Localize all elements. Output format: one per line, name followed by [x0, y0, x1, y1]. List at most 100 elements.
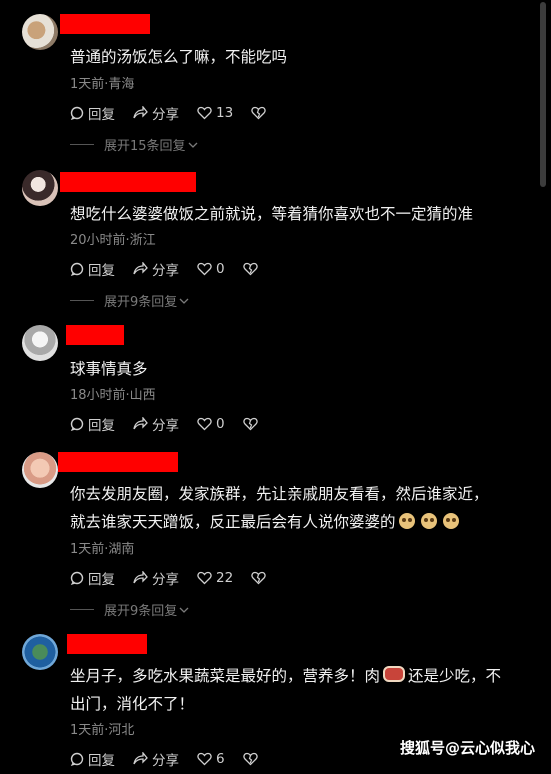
expand-replies-label: 展开15条回复	[104, 139, 186, 154]
dislike-button[interactable]	[242, 752, 258, 766]
username-redacted[interactable]	[66, 325, 124, 345]
broken-heart-icon	[251, 571, 266, 585]
dislike-button[interactable]	[251, 106, 266, 120]
expand-replies[interactable]: 展开9条回复	[70, 291, 189, 310]
share-icon	[133, 417, 148, 430]
comment-text-line1a: 坐月子，多吃水果蔬菜是最好的，营养多！肉	[70, 667, 381, 685]
dislike-button[interactable]	[242, 417, 258, 431]
watermark: 搜狐号@云心似我心	[399, 739, 535, 757]
like-button[interactable]: 0	[197, 261, 225, 277]
smile-emoji-icon	[420, 513, 437, 529]
reply-label: 回复	[88, 107, 115, 123]
avatar[interactable]	[22, 325, 58, 361]
avatar[interactable]	[22, 452, 58, 488]
like-button[interactable]: 6	[197, 751, 225, 767]
comment-bubble-icon	[70, 752, 84, 766]
reply-label: 回复	[88, 418, 115, 434]
reply-button[interactable]: 回复	[70, 749, 115, 769]
heart-icon	[197, 106, 212, 120]
share-icon	[133, 752, 148, 765]
chevron-down-icon	[188, 142, 198, 148]
expand-replies-label: 展开9条回复	[104, 295, 178, 310]
comment-text-line: 坐月子，多吃水果蔬菜是最好的，营养多！肉 还是少吃，不	[70, 662, 538, 690]
scrollbar-thumb[interactable]	[540, 2, 546, 187]
broken-heart-icon	[242, 752, 258, 766]
share-icon	[133, 571, 148, 584]
like-button[interactable]: 22	[197, 570, 233, 586]
divider-line	[70, 300, 94, 301]
reply-button[interactable]: 回复	[70, 103, 115, 123]
share-label: 分享	[152, 418, 179, 434]
avatar[interactable]	[22, 14, 58, 50]
comment-actions: 回复 分享 22	[70, 568, 266, 588]
comment-text: 普通的汤饭怎么了嘛，不能吃吗	[70, 48, 288, 66]
share-button[interactable]: 分享	[133, 103, 179, 123]
scrollbar[interactable]	[540, 0, 549, 190]
comment-text: 你去发朋友圈，发家族群，先让亲戚朋友看看，然后谁家近， 就去谁家天天蹭饭，反正最…	[70, 480, 538, 536]
comment-bubble-icon	[70, 417, 84, 431]
broken-heart-icon	[251, 106, 266, 120]
comment-actions: 回复 分享 0	[70, 259, 258, 279]
comment-actions: 回复 分享 0	[70, 414, 258, 434]
reply-button[interactable]: 回复	[70, 259, 115, 279]
broken-heart-icon	[242, 262, 258, 276]
share-icon	[133, 106, 148, 119]
reply-button[interactable]: 回复	[70, 414, 115, 434]
comment-text-line1b: 还是少吃，不	[408, 667, 502, 685]
comment-bubble-icon	[70, 106, 84, 120]
share-button[interactable]: 分享	[133, 414, 179, 434]
heart-icon	[197, 262, 212, 276]
username-redacted[interactable]	[60, 172, 196, 192]
like-button[interactable]: 13	[197, 105, 233, 121]
reply-label: 回复	[88, 263, 115, 279]
avatar[interactable]	[22, 634, 58, 670]
chevron-down-icon	[179, 298, 189, 304]
broken-heart-icon	[242, 417, 258, 431]
reply-button[interactable]: 回复	[70, 568, 115, 588]
dislike-button[interactable]	[251, 571, 266, 585]
like-count: 0	[216, 416, 225, 432]
comment-text: 球事情真多	[70, 360, 148, 378]
like-button[interactable]: 0	[197, 416, 225, 432]
share-icon	[133, 262, 148, 275]
like-count: 0	[216, 261, 225, 277]
username-redacted[interactable]	[58, 452, 178, 472]
comment-meta: 20小时前·浙江	[70, 233, 156, 248]
share-label: 分享	[152, 572, 179, 588]
comment-meta: 1天前·河北	[70, 723, 135, 738]
reply-label: 回复	[88, 753, 115, 769]
comment-text-line: 你去发朋友圈，发家族群，先让亲戚朋友看看，然后谁家近，	[70, 485, 489, 503]
share-label: 分享	[152, 753, 179, 769]
comment-bubble-icon	[70, 571, 84, 585]
smile-emoji-icon	[398, 513, 415, 529]
like-count: 22	[216, 570, 234, 586]
heart-icon	[197, 417, 212, 431]
comment-meta: 18小时前·山西	[70, 388, 156, 403]
comment-text: 想吃什么婆婆做饭之前就说，等着猜你喜欢也不一定猜的准	[70, 205, 474, 223]
username-redacted[interactable]	[67, 634, 147, 654]
dislike-button[interactable]	[242, 262, 258, 276]
share-button[interactable]: 分享	[133, 749, 179, 769]
share-button[interactable]: 分享	[133, 259, 179, 279]
comment-actions: 回复 分享 13	[70, 103, 266, 123]
comment-meta: 1天前·湖南	[70, 542, 135, 557]
like-count: 6	[216, 751, 225, 767]
expand-replies[interactable]: 展开9条回复	[70, 600, 189, 619]
expand-replies-label: 展开9条回复	[104, 604, 178, 619]
username-redacted[interactable]	[60, 14, 150, 34]
comment-text-line2: 就去谁家天天蹭饭，反正最后会有人说你婆婆的	[70, 513, 396, 531]
chevron-down-icon	[179, 607, 189, 613]
share-label: 分享	[152, 107, 179, 123]
comment-text-line: 就去谁家天天蹭饭，反正最后会有人说你婆婆的	[70, 508, 538, 536]
smile-emoji-icon	[442, 513, 459, 529]
reply-label: 回复	[88, 572, 115, 588]
heart-icon	[197, 571, 212, 585]
comment-actions: 回复 分享 6	[70, 749, 258, 769]
share-label: 分享	[152, 263, 179, 279]
meat-emoji-icon	[383, 666, 406, 682]
share-button[interactable]: 分享	[133, 568, 179, 588]
avatar[interactable]	[22, 170, 58, 206]
divider-line	[70, 144, 94, 145]
comment-meta: 1天前·青海	[70, 77, 135, 92]
expand-replies[interactable]: 展开15条回复	[70, 135, 198, 154]
